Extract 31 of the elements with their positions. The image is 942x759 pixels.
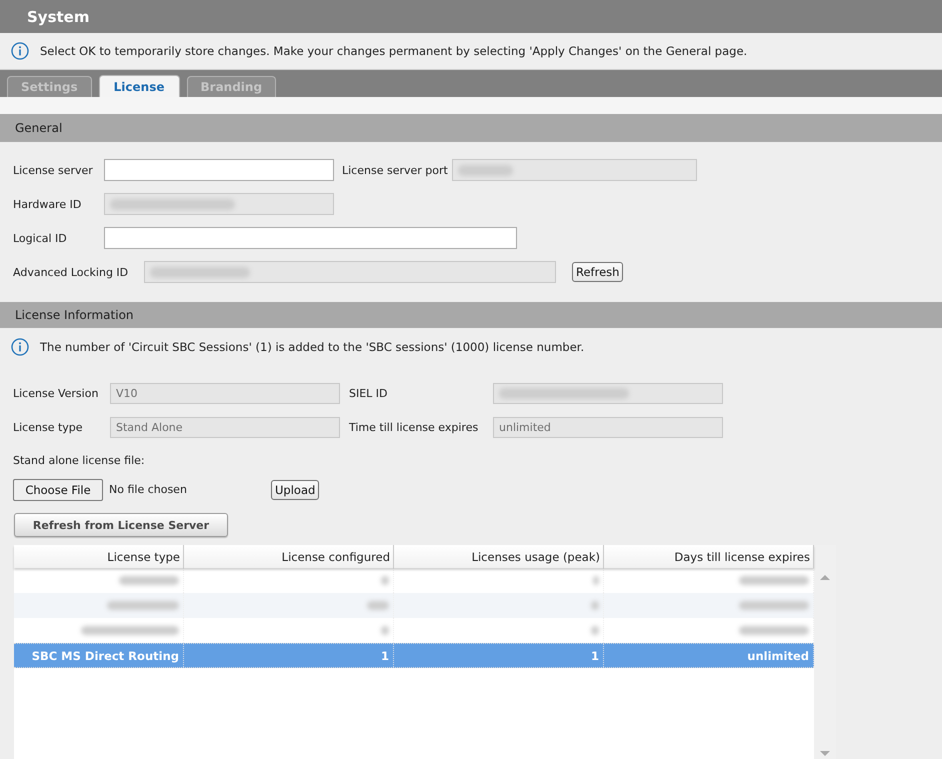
scroll-up-icon[interactable] [820,575,830,580]
file-status: No file chosen [109,482,187,498]
table-cell: 1 [394,644,604,667]
info-icon [11,338,29,356]
field-label: Hardware ID [13,198,82,210]
choose-file-button[interactable]: Choose File [13,479,103,501]
notice-text: Select OK to temporarily store changes. Make your changes permanent by selecting 'Apply Changes' on the General page. [40,44,748,58]
section-header: General [0,114,942,142]
text-field[interactable] [104,227,517,249]
field-label: License server port [342,164,449,176]
table-row[interactable] [14,593,814,618]
field-label: Advanced Locking ID [13,266,130,278]
table-cell: SBC MS Direct Routing [14,644,184,667]
file-label: Stand alone license file: [13,453,145,469]
refresh-button[interactable]: Refresh [572,262,624,282]
scroll-down-icon[interactable] [820,751,830,756]
info-icon [11,42,29,60]
table-cell: 1 [184,644,394,667]
section-header: License Information [0,302,942,328]
field-label: License Version [13,387,100,400]
notice-text: The number of 'Circuit SBC Sessions' (1) is added to the 'SBC sessions' (1000) license number. [40,340,584,354]
page-header: System [0,0,942,33]
field-label: Logical ID [13,232,68,244]
field-label: SIEL ID [349,387,389,400]
field-label: License type [13,421,84,434]
upload-button[interactable]: Upload [271,480,320,500]
field-label: Time till license expires [349,421,480,434]
refresh-from-server-button[interactable]: Refresh from License Server [14,513,228,537]
tab[interactable]: License [98,75,180,97]
field-label: License server [13,164,94,176]
text-field[interactable] [104,159,334,181]
